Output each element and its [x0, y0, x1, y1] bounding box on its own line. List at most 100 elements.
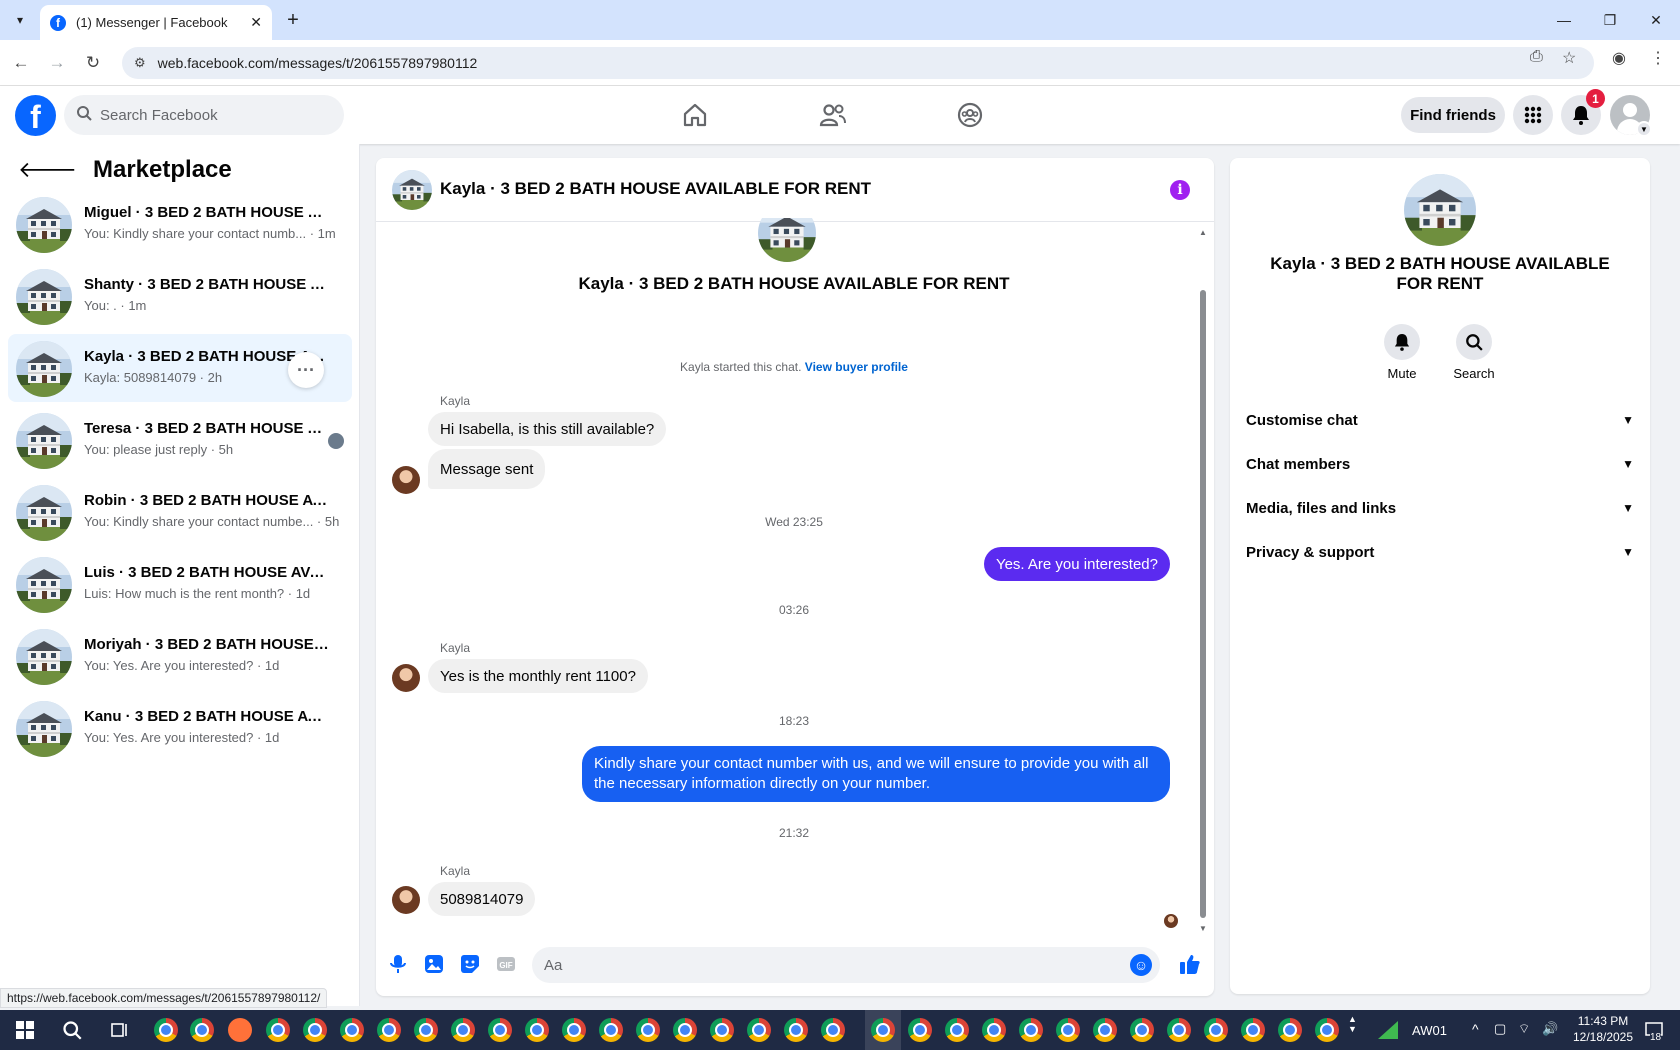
conversation-item[interactable]: Miguel · 3 BED 2 BATH HOUSE AV... You: K… — [8, 190, 352, 258]
chrome-taskbar-icon[interactable] — [414, 1018, 438, 1042]
chrome-taskbar-icon[interactable] — [945, 1018, 969, 1042]
media-files-links-section[interactable]: Media, files and links ▼ — [1246, 490, 1634, 526]
mute-action[interactable]: Mute — [1362, 324, 1442, 381]
search-icon[interactable] — [1456, 324, 1492, 360]
more-options-icon[interactable]: ··· — [288, 352, 324, 388]
gif-icon[interactable]: GIF — [494, 952, 518, 976]
minimize-icon[interactable]: — — [1540, 0, 1588, 40]
window-close-icon[interactable]: ✕ — [1632, 0, 1680, 40]
view-buyer-profile-link[interactable]: View buyer profile — [805, 360, 908, 374]
scrollbar-thumb[interactable] — [1200, 290, 1206, 918]
back-arrow-icon[interactable]: ← — [8, 50, 34, 76]
outgoing-message[interactable]: Kindly share your contact number with us… — [582, 746, 1170, 802]
chrome-taskbar-icon[interactable] — [636, 1018, 660, 1042]
chrome-taskbar-icon[interactable] — [1167, 1018, 1191, 1042]
install-app-icon[interactable]: ⎙ — [1530, 48, 1543, 66]
chrome-taskbar-icon[interactable] — [190, 1018, 214, 1042]
sender-avatar[interactable] — [392, 886, 420, 914]
network-signal-icon[interactable] — [1376, 1018, 1400, 1042]
conversation-item[interactable]: Robin · 3 BED 2 BATH HOUSE AVAI... You: … — [8, 478, 352, 546]
chrome-taskbar-icon[interactable] — [599, 1018, 623, 1042]
browser-tab-messenger[interactable]: f (1) Messenger | Facebook ✕ — [40, 5, 272, 40]
chrome-taskbar-icon[interactable] — [1130, 1018, 1154, 1042]
chrome-taskbar-icon[interactable] — [266, 1018, 290, 1042]
search-action[interactable]: Search — [1434, 324, 1514, 381]
task-view-icon[interactable] — [108, 1018, 132, 1042]
chrome-taskbar-icon[interactable] — [562, 1018, 586, 1042]
bell-icon[interactable] — [1384, 324, 1420, 360]
taskbar-clock[interactable]: 11:43 PM 12/18/2025 — [1568, 1014, 1638, 1044]
chrome-taskbar-icon[interactable] — [1056, 1018, 1080, 1042]
chat-title[interactable]: Kayla · 3 BED 2 BATH HOUSE AVAILABLE FOR… — [440, 179, 871, 199]
taskbar-overflow-chevron-icon[interactable]: ▲ ▼ — [1348, 1014, 1357, 1034]
chrome-taskbar-icon-active[interactable] — [871, 1018, 895, 1042]
tab-close-icon[interactable]: ✕ — [250, 14, 262, 31]
conversation-item[interactable]: Luis · 3 BED 2 BATH HOUSE AVAIL... Luis:… — [8, 550, 352, 618]
find-friends-button[interactable]: Find friends — [1401, 97, 1505, 133]
chrome-taskbar-icon[interactable] — [908, 1018, 932, 1042]
volume-icon[interactable]: 🔊 — [1542, 1021, 1558, 1037]
message-input-box[interactable]: ☺ — [532, 947, 1160, 983]
site-settings-icon[interactable]: ⚙ — [134, 55, 146, 71]
address-bar[interactable]: ⚙ web.facebook.com/messages/t/2061557897… — [122, 47, 1594, 79]
taskbar-search-icon[interactable] — [60, 1018, 84, 1042]
firefox-taskbar-icon[interactable] — [228, 1018, 252, 1042]
chrome-taskbar-icon[interactable] — [784, 1018, 808, 1042]
listing-thumbnail[interactable] — [1404, 174, 1476, 246]
incoming-message[interactable]: Yes is the monthly rent 1100? — [428, 659, 648, 693]
microphone-icon[interactable] — [386, 952, 410, 976]
sender-avatar[interactable] — [392, 664, 420, 692]
profile-icon[interactable]: ◉ — [1612, 48, 1626, 68]
emoji-icon[interactable]: ☺ — [1130, 954, 1152, 976]
conversation-item-active[interactable]: Kayla · 3 BED 2 BATH HOUSE AV... Kayla: … — [8, 334, 352, 402]
chrome-taskbar-icon[interactable] — [303, 1018, 327, 1042]
chrome-taskbar-icon[interactable] — [1241, 1018, 1265, 1042]
menu-grid-icon[interactable] — [1513, 95, 1553, 135]
chrome-taskbar-icon[interactable] — [451, 1018, 475, 1042]
customise-chat-section[interactable]: Customise chat ▼ — [1246, 402, 1634, 438]
conversation-item[interactable]: Kanu · 3 BED 2 BATH HOUSE AVAI... You: Y… — [8, 694, 352, 762]
bookmark-star-icon[interactable]: ☆ — [1562, 48, 1576, 68]
chrome-taskbar-icon[interactable] — [1204, 1018, 1228, 1042]
reload-icon[interactable]: ↻ — [80, 50, 106, 76]
privacy-support-section[interactable]: Privacy & support ▼ — [1246, 534, 1634, 570]
photo-icon[interactable] — [422, 952, 446, 976]
scroll-down-icon[interactable]: ▼ — [1198, 924, 1208, 933]
chrome-taskbar-icon[interactable] — [710, 1018, 734, 1042]
message-scrollbar[interactable]: ▲ ▼ — [1198, 228, 1208, 934]
conversation-item[interactable]: Shanty · 3 BED 2 BATH HOUSE AV... You: .… — [8, 262, 352, 330]
incoming-message[interactable]: Message sent — [428, 449, 546, 489]
chrome-taskbar-icon[interactable] — [340, 1018, 364, 1042]
listing-thumbnail[interactable] — [392, 170, 432, 210]
facebook-logo-icon[interactable]: f — [15, 95, 56, 136]
scroll-up-icon[interactable]: ▲ — [1198, 228, 1208, 237]
windows-start-icon[interactable] — [16, 1021, 34, 1039]
chrome-taskbar-icon[interactable] — [673, 1018, 697, 1042]
conversation-item[interactable]: Moriyah · 3 BED 2 BATH HOUSE A... You: Y… — [8, 622, 352, 690]
forward-arrow-icon[interactable]: → — [44, 50, 70, 76]
chrome-taskbar-icon[interactable] — [982, 1018, 1006, 1042]
chrome-taskbar-icon[interactable] — [154, 1018, 178, 1042]
chrome-taskbar-icon[interactable] — [1315, 1018, 1339, 1042]
chrome-taskbar-icon[interactable] — [1278, 1018, 1302, 1042]
incoming-message[interactable]: Hi Isabella, is this still available? — [428, 412, 667, 446]
conversation-item[interactable]: Teresa · 3 BED 2 BATH HOUSE A... You: pl… — [8, 406, 352, 474]
chrome-taskbar-icon[interactable] — [1093, 1018, 1117, 1042]
chat-members-section[interactable]: Chat members ▼ — [1246, 446, 1634, 482]
incoming-message[interactable]: 5089814079 — [428, 882, 536, 916]
tray-chevron-up-icon[interactable]: ^ — [1472, 1021, 1479, 1037]
outgoing-message[interactable]: Yes. Are you interested? — [983, 547, 1170, 581]
thumbs-up-like-icon[interactable] — [1178, 952, 1202, 976]
sender-avatar[interactable] — [392, 466, 420, 494]
new-tab-plus-icon[interactable]: + — [280, 7, 306, 33]
info-icon[interactable]: i — [1170, 180, 1190, 200]
chrome-taskbar-icon[interactable] — [821, 1018, 845, 1042]
facebook-search-input[interactable] — [100, 106, 320, 124]
groups-icon[interactable] — [950, 95, 990, 135]
chrome-taskbar-icon[interactable] — [747, 1018, 771, 1042]
account-chevron-down-icon[interactable]: ▼ — [1636, 121, 1652, 137]
browser-menu-icon[interactable]: ⋮ — [1650, 48, 1666, 68]
chrome-taskbar-icon[interactable] — [488, 1018, 512, 1042]
wifi-icon[interactable]: ⌔ — [1518, 1021, 1530, 1037]
tab-search-chevron-icon[interactable]: ▾ — [8, 8, 32, 32]
